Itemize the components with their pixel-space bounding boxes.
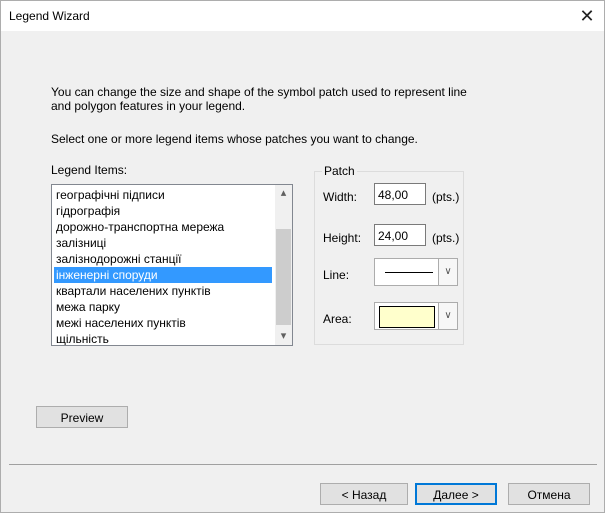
list-item[interactable]: залізнодорожні станції	[54, 251, 272, 267]
preview-button[interactable]: Preview	[36, 406, 128, 428]
area-label: Area:	[323, 312, 352, 326]
list-item[interactable]: залізниці	[54, 235, 272, 251]
back-button[interactable]: < Назад	[320, 483, 408, 505]
line-sample	[385, 272, 433, 273]
scroll-thumb[interactable]	[276, 229, 291, 325]
list-item[interactable]: інженерні споруди	[54, 267, 272, 283]
height-label: Height:	[323, 231, 362, 245]
chevron-down-icon[interactable]: ∨	[438, 259, 457, 285]
list-scrollbar[interactable]: ▴ ▾	[275, 185, 292, 345]
intro-line-1: You can change the size and shape of the…	[51, 85, 467, 99]
width-unit: (pts.)	[432, 190, 460, 204]
chevron-down-icon[interactable]: ∨	[438, 303, 457, 329]
select-instruction: Select one or more legend items whose pa…	[51, 132, 418, 146]
list-item[interactable]: дорожно-транспортна мережа	[54, 219, 272, 235]
patch-group: Patch Width: 48,00 (pts.) Height: 24,00 …	[314, 164, 464, 345]
legend-wizard-window: Legend Wizard ✕ You can change the size …	[0, 0, 605, 513]
line-label: Line:	[323, 268, 350, 282]
scroll-up-icon[interactable]: ▴	[275, 185, 292, 202]
next-button[interactable]: Далее >	[415, 483, 497, 505]
legend-items-list[interactable]: географічні підписи гідрографія дорожно-тр…	[51, 184, 293, 346]
list-item[interactable]: гідрографія	[54, 203, 272, 219]
footer-separator	[9, 464, 597, 465]
legend-items-label: Legend Items:	[51, 163, 128, 177]
window-title: Legend Wizard	[9, 9, 90, 23]
close-icon[interactable]: ✕	[576, 5, 598, 27]
list-item[interactable]: географічні підписи	[54, 187, 272, 203]
area-color-sample	[379, 306, 435, 328]
width-input[interactable]: 48,00	[374, 183, 426, 205]
title-bar: Legend Wizard ✕	[1, 1, 604, 31]
width-label: Width:	[323, 190, 358, 204]
scroll-down-icon[interactable]: ▾	[275, 328, 292, 345]
area-style-select[interactable]: ∨	[374, 302, 458, 330]
list-item[interactable]: межа парку	[54, 299, 272, 315]
line-style-select[interactable]: ∨	[374, 258, 458, 286]
list-item[interactable]: щільність	[54, 331, 272, 345]
list-item[interactable]: межі населених пунктів	[54, 315, 272, 331]
cancel-button[interactable]: Отмена	[508, 483, 590, 505]
patch-group-label: Patch	[322, 164, 357, 178]
height-unit: (pts.)	[432, 231, 460, 245]
height-input[interactable]: 24,00	[374, 224, 426, 246]
intro-line-2: and polygon features in your legend.	[51, 99, 246, 113]
legend-items: географічні підписи гідрографія дорожно-тр…	[54, 187, 272, 345]
list-item[interactable]: квартали населених пунктів	[54, 283, 272, 299]
